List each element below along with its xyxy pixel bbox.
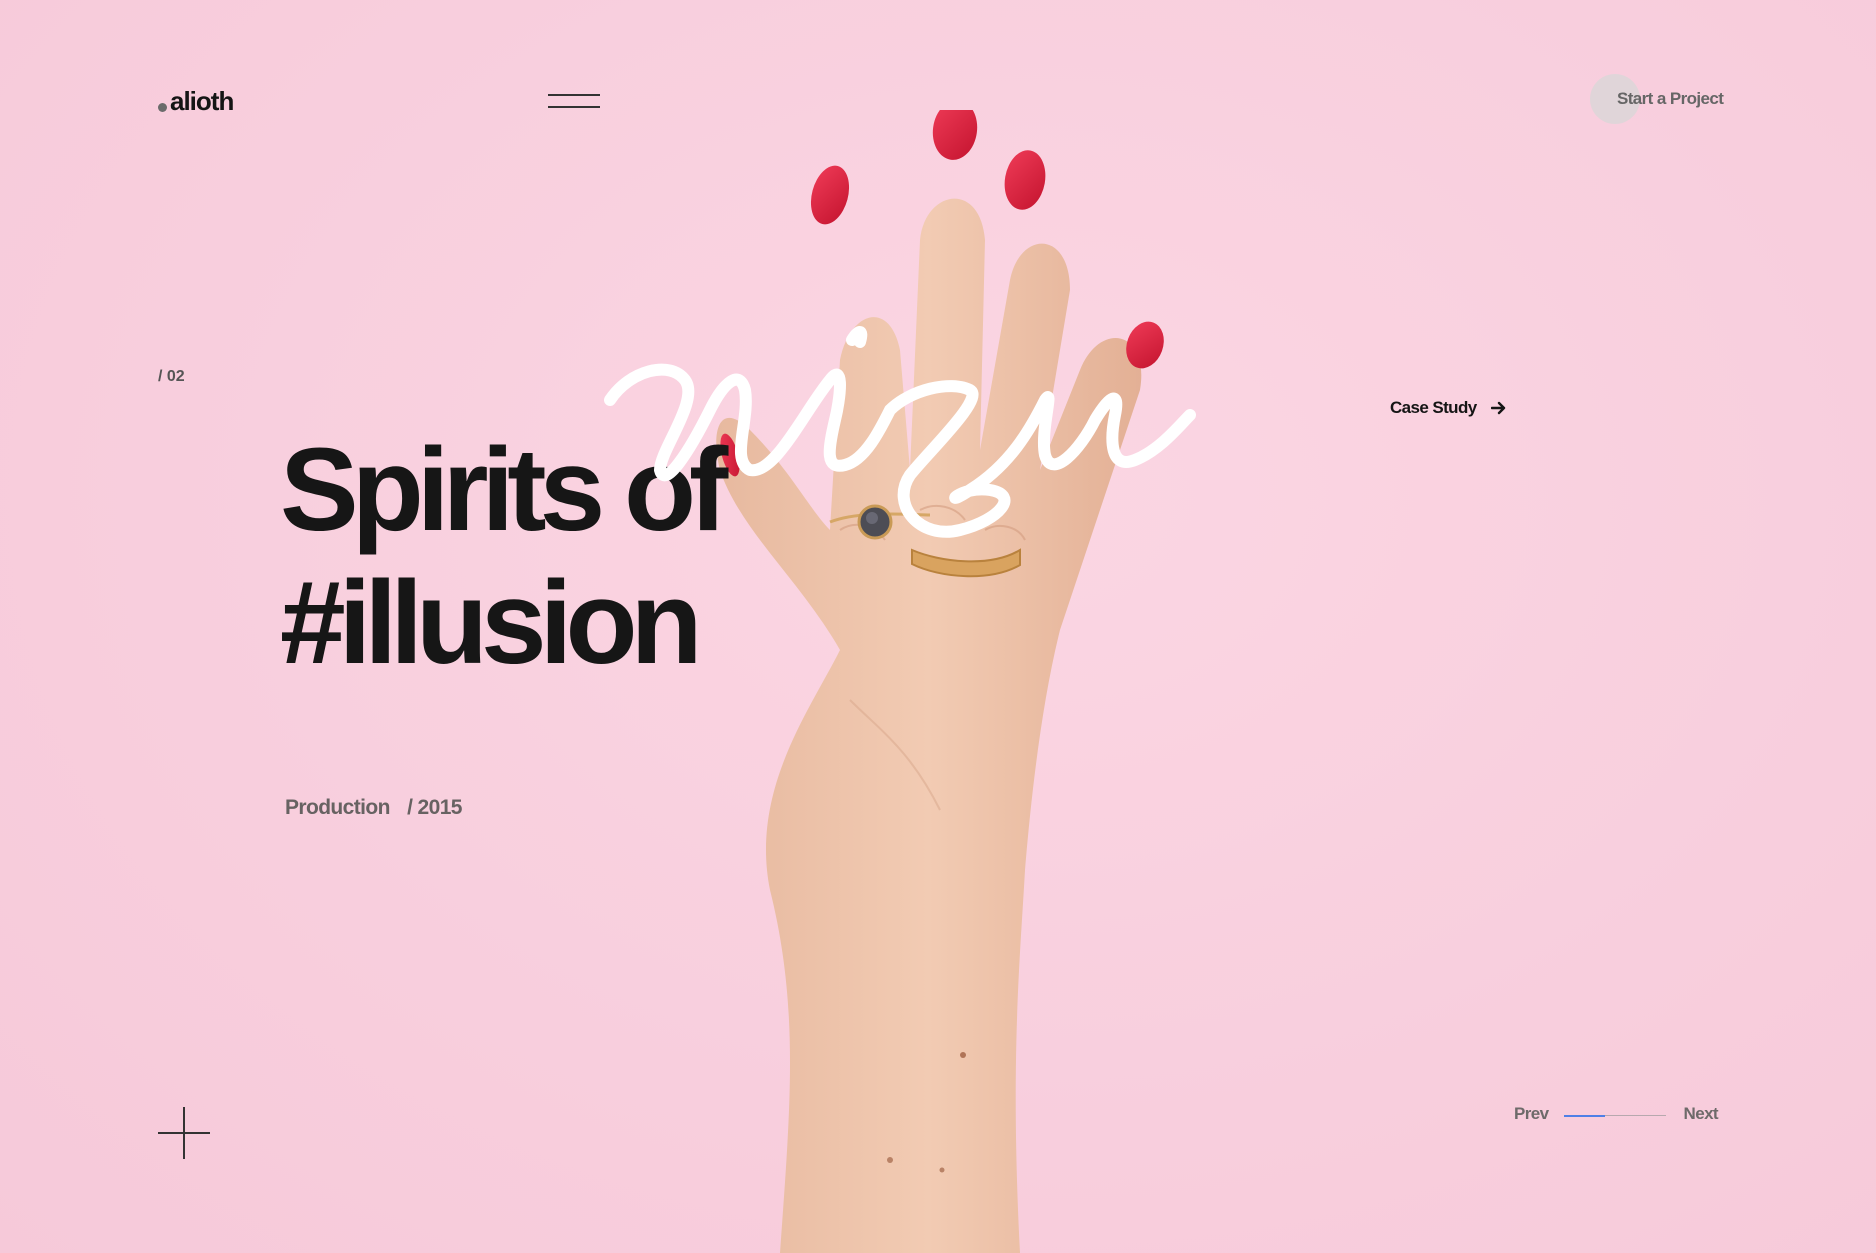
- slide-pager: Prev Next: [1514, 1104, 1719, 1128]
- project-year: / 2015: [407, 796, 462, 819]
- slide-counter: / 02: [158, 368, 185, 385]
- pager-progress-fill: [1564, 1114, 1605, 1117]
- prev-button[interactable]: Prev: [1514, 1104, 1549, 1124]
- arrow-right-icon: [1490, 401, 1505, 415]
- menu-line: [548, 106, 600, 108]
- hand-image: [716, 110, 1164, 1253]
- slide-title-line-2: #illusion: [280, 557, 703, 689]
- project-category: Production: [285, 796, 390, 819]
- plus-vertical-line: [183, 1107, 185, 1159]
- plus-icon[interactable]: [158, 1107, 210, 1159]
- cta-label: Start a Project: [1617, 89, 1724, 108]
- script-word-wizu: [604, 326, 1196, 538]
- case-study-link[interactable]: Case Study: [1390, 398, 1507, 418]
- brand-name: alioth: [170, 86, 234, 116]
- start-project-button[interactable]: Start a Project: [1590, 74, 1724, 124]
- next-button[interactable]: Next: [1684, 1104, 1719, 1124]
- project-meta: Production / 2015: [285, 796, 462, 820]
- logo-dot-icon: [158, 103, 167, 112]
- page: alioth Start a Project / 02 Spirits of #…: [0, 0, 1876, 1253]
- hamburger-icon[interactable]: [548, 92, 600, 110]
- menu-line: [548, 94, 600, 96]
- brand-logo[interactable]: alioth: [158, 86, 234, 117]
- case-study-label: Case Study: [1390, 398, 1477, 417]
- pager-progress-track: [1564, 1114, 1666, 1117]
